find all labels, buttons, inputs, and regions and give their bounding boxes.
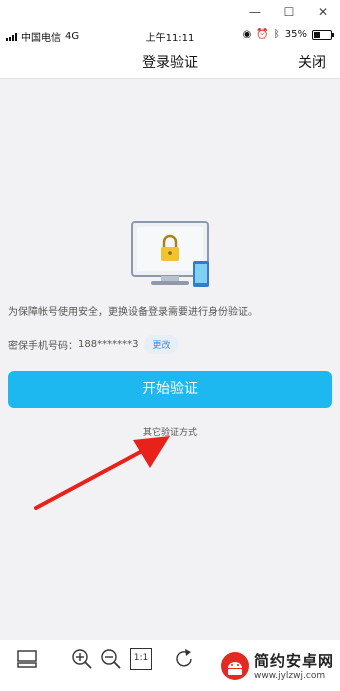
- device-lock-illustration: [131, 221, 209, 287]
- verification-notice: 为保障帐号使用安全，更换设备登录需要进行身份验证。: [8, 307, 258, 318]
- zoom-out-icon[interactable]: [100, 648, 122, 670]
- page-title: 登录验证: [142, 55, 198, 71]
- annotation-arrow: [34, 436, 170, 510]
- battery-icon: [312, 29, 334, 40]
- rotation-lock-icon: ◉: [242, 29, 252, 40]
- layout-icon[interactable]: [16, 648, 38, 670]
- window-close-button[interactable]: ✕: [306, 0, 340, 24]
- alarm-icon: ⏰: [256, 29, 269, 40]
- watermark-brand: 简约安卓网: [253, 652, 334, 670]
- minimize-button[interactable]: —: [238, 0, 272, 24]
- secure-phone-label: 密保手机号码：: [8, 340, 78, 352]
- zoom-in-icon[interactable]: [71, 648, 93, 670]
- battery-percent: 35%: [284, 29, 307, 40]
- start-verification-button[interactable]: 开始验证: [8, 371, 332, 408]
- navigation-bar: 登录验证 关闭: [0, 46, 340, 79]
- secure-phone-row: 密保手机号码： 188*******3 更改: [8, 334, 179, 354]
- secure-phone-number: 188*******3: [78, 338, 139, 350]
- rotate-icon[interactable]: [173, 648, 195, 670]
- actual-size-button[interactable]: 1:1: [130, 648, 152, 670]
- android-logo-icon: [220, 651, 249, 680]
- change-phone-button[interactable]: 更改: [144, 334, 179, 354]
- bluetooth-icon: ᛒ: [273, 29, 280, 40]
- site-watermark: 简约安卓网 www.jylzwj.com: [220, 650, 334, 681]
- maximize-button[interactable]: ☐: [272, 0, 306, 24]
- phone-icon: [193, 261, 209, 287]
- battery-level-fill: [314, 31, 320, 38]
- watermark-url: www.jylzwj.com: [253, 671, 326, 681]
- close-button[interactable]: 关闭: [298, 52, 326, 72]
- window-title-bar: — ☐ ✕: [0, 0, 340, 24]
- status-bar: 中国电信 4G 上午11:11 ◉ ⏰ ᛒ 35%: [0, 24, 340, 46]
